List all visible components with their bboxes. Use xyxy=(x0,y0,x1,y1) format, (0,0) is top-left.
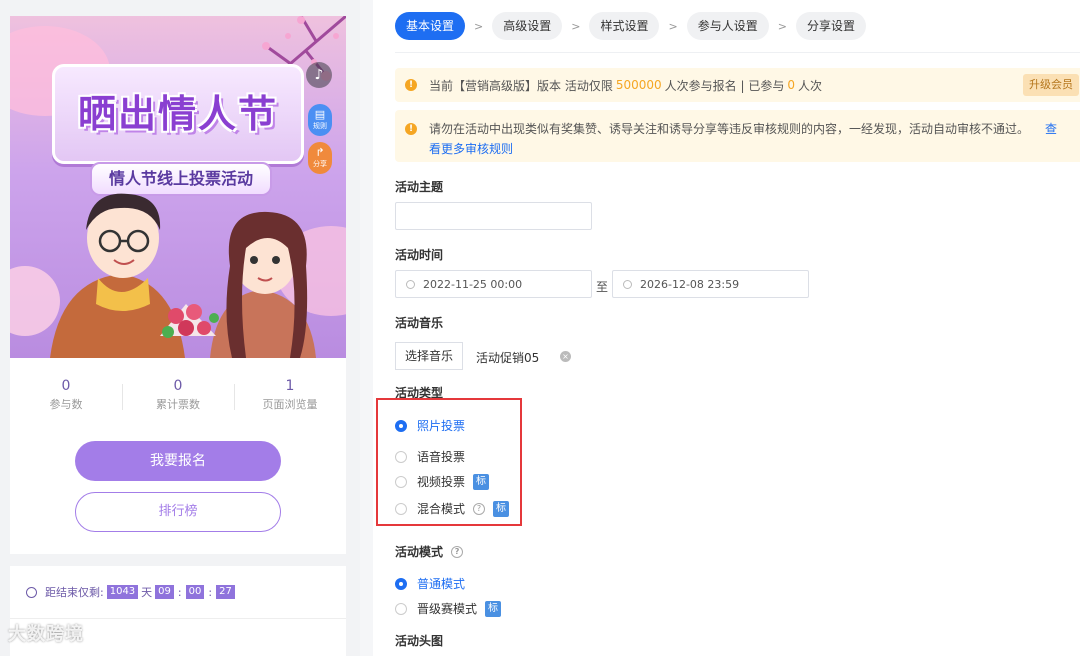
divider xyxy=(10,618,346,619)
countdown-minutes: 00 xyxy=(185,585,205,599)
time-range-separator: 至 xyxy=(596,280,609,294)
plan-notice: ! 当前【营销高级版】版本 活动仅限 500000 人次参与报名 | 已参与 0… xyxy=(395,68,1080,102)
audit-notice-line: ! 请勿在活动中出现类似有奖集赞、诱导关注和诱导分享等违反审核规则的内容，一经发… xyxy=(405,120,1080,137)
title-banner: 晒出情人节 xyxy=(52,64,304,164)
step-nav: 基本设置 > 高级设置 > 样式设置 > 参与人设置 > 分享设置 xyxy=(395,12,866,40)
audit-notice: ! 请勿在活动中出现类似有奖集赞、诱导关注和诱导分享等违反审核规则的内容，一经发… xyxy=(395,110,1080,162)
warning-icon: ! xyxy=(405,122,417,135)
poster-banner: 晒出情人节 情人节线上投票活动 ♪ ▤ 规则 ↱ 分享 xyxy=(10,16,346,358)
stats-bar: 0 参与数 0 累计票数 1 页面浏览量 xyxy=(10,358,346,424)
countdown-row: 距结束仅剩: 1043 天 09 : 00 : 27 xyxy=(26,584,238,600)
step-share-settings[interactable]: 分享设置 xyxy=(795,12,866,40)
highlight-frame xyxy=(376,398,522,526)
badge-tag: 标 xyxy=(485,600,502,617)
rule-button-label: 规则 xyxy=(313,122,327,130)
end-time-value: 2026-12-08 23:59 xyxy=(640,277,740,291)
plan-notice-text: 当前【营销高级版】版本 活动仅限 xyxy=(429,78,613,93)
stat-value: 1 xyxy=(285,378,295,394)
share-button-label: 分享 xyxy=(313,160,327,168)
clear-music-icon[interactable]: × xyxy=(560,351,571,362)
preview-actions: 我要报名 排行榜 xyxy=(10,424,346,554)
stat-value: 0 xyxy=(173,378,183,394)
music-label: 活动音乐 xyxy=(395,316,444,330)
theme-label: 活动主题 xyxy=(395,180,444,194)
theme-input[interactable] xyxy=(395,202,592,230)
divider xyxy=(395,52,1080,53)
countdown-seconds: 27 xyxy=(216,585,235,599)
stat-label: 页面浏览量 xyxy=(262,398,318,411)
step-participant-settings[interactable]: 参与人设置 xyxy=(686,12,769,40)
leaderboard-button[interactable]: 排行榜 xyxy=(75,492,281,532)
warning-icon: ! xyxy=(405,79,417,91)
rule-button[interactable]: ▤ 规则 xyxy=(308,104,332,136)
clock-icon xyxy=(406,279,415,289)
step-advanced-settings[interactable]: 高级设置 xyxy=(492,12,563,40)
head-image-label: 活动头图 xyxy=(395,634,444,648)
mode-option-label: 晋级赛模式 xyxy=(417,602,478,616)
start-time-value: 2022-11-25 00:00 xyxy=(423,277,523,291)
countdown-days: 1043 xyxy=(106,585,139,599)
end-time-input[interactable]: 2026-12-08 23:59 xyxy=(612,270,809,298)
audit-rules-link[interactable]: 看更多审核规则 xyxy=(429,140,1080,157)
countdown-day-unit: 天 xyxy=(141,586,153,599)
countdown-hours: 09 xyxy=(155,585,174,599)
selected-music-name: 活动促销05 xyxy=(476,351,540,365)
couple-illustration xyxy=(50,193,316,358)
countdown-prefix: 距结束仅剩: xyxy=(45,586,104,599)
clock-icon xyxy=(623,279,632,289)
countdown-separator: : xyxy=(208,585,213,599)
mobile-preview: 晒出情人节 情人节线上投票活动 ♪ ▤ 规则 ↱ 分享 0 参与数 0 累计票数… xyxy=(0,0,360,656)
mode-label-text: 活动模式 xyxy=(395,545,444,559)
stat-label: 累计票数 xyxy=(156,398,200,411)
plan-notice-text: 人次参与报名 | 已参与 xyxy=(664,78,785,93)
mode-option-promotion[interactable]: 晋级赛模式 标 xyxy=(395,600,502,617)
help-icon[interactable]: ? xyxy=(451,545,464,558)
radio-icon xyxy=(395,602,407,615)
share-icon: ↱ xyxy=(315,146,325,159)
share-button[interactable]: ↱ 分享 xyxy=(308,142,332,174)
stat-value: 0 xyxy=(61,378,71,394)
select-music-button[interactable]: 选择音乐 xyxy=(395,342,464,370)
mode-option-normal[interactable]: 普通模式 xyxy=(395,575,465,592)
plan-notice-text: 人次 xyxy=(797,78,822,93)
time-label: 活动时间 xyxy=(395,248,444,262)
chevron-right-icon: > xyxy=(777,19,787,33)
stat-participants: 0 参与数 xyxy=(10,378,122,424)
countdown-separator: : xyxy=(177,585,182,599)
app-root: 晒出情人节 情人节线上投票活动 ♪ ▤ 规则 ↱ 分享 0 参与数 0 累计票数… xyxy=(0,0,1080,656)
chevron-right-icon: > xyxy=(571,19,581,33)
step-basic-settings[interactable]: 基本设置 xyxy=(395,12,466,40)
music-note-icon[interactable]: ♪ xyxy=(306,62,332,88)
step-style-settings[interactable]: 样式设置 xyxy=(589,12,660,40)
settings-panel: 基本设置 > 高级设置 > 样式设置 > 参与人设置 > 分享设置 ! 当前【营… xyxy=(373,0,1080,656)
audit-notice-text: 请勿在活动中出现类似有奖集赞、诱导关注和诱导分享等违反审核规则的内容，一经发现，… xyxy=(429,122,1030,136)
audit-rules-link[interactable]: 查 xyxy=(1045,120,1057,137)
chevron-right-icon: > xyxy=(668,19,678,33)
chevron-right-icon: > xyxy=(474,19,484,33)
upgrade-membership-button[interactable]: 升级会员 xyxy=(1023,74,1079,96)
radio-checked-icon xyxy=(395,577,407,590)
join-button[interactable]: 我要报名 xyxy=(75,441,281,481)
document-icon: ▤ xyxy=(314,108,326,121)
participant-limit: 500000 xyxy=(615,78,662,92)
stat-label: 参与数 xyxy=(49,398,83,411)
mode-label: 活动模式 ? xyxy=(395,543,464,560)
watermark: 大数跨境 xyxy=(8,624,84,645)
stat-page-views: 1 页面浏览量 xyxy=(234,378,346,424)
joined-count: 0 xyxy=(787,78,795,92)
alarm-clock-icon xyxy=(26,586,37,598)
mode-option-label: 普通模式 xyxy=(417,577,466,591)
poster-title: 晒出情人节 xyxy=(77,91,278,136)
start-time-input[interactable]: 2022-11-25 00:00 xyxy=(395,270,592,298)
stat-total-votes: 0 累计票数 xyxy=(122,378,234,424)
